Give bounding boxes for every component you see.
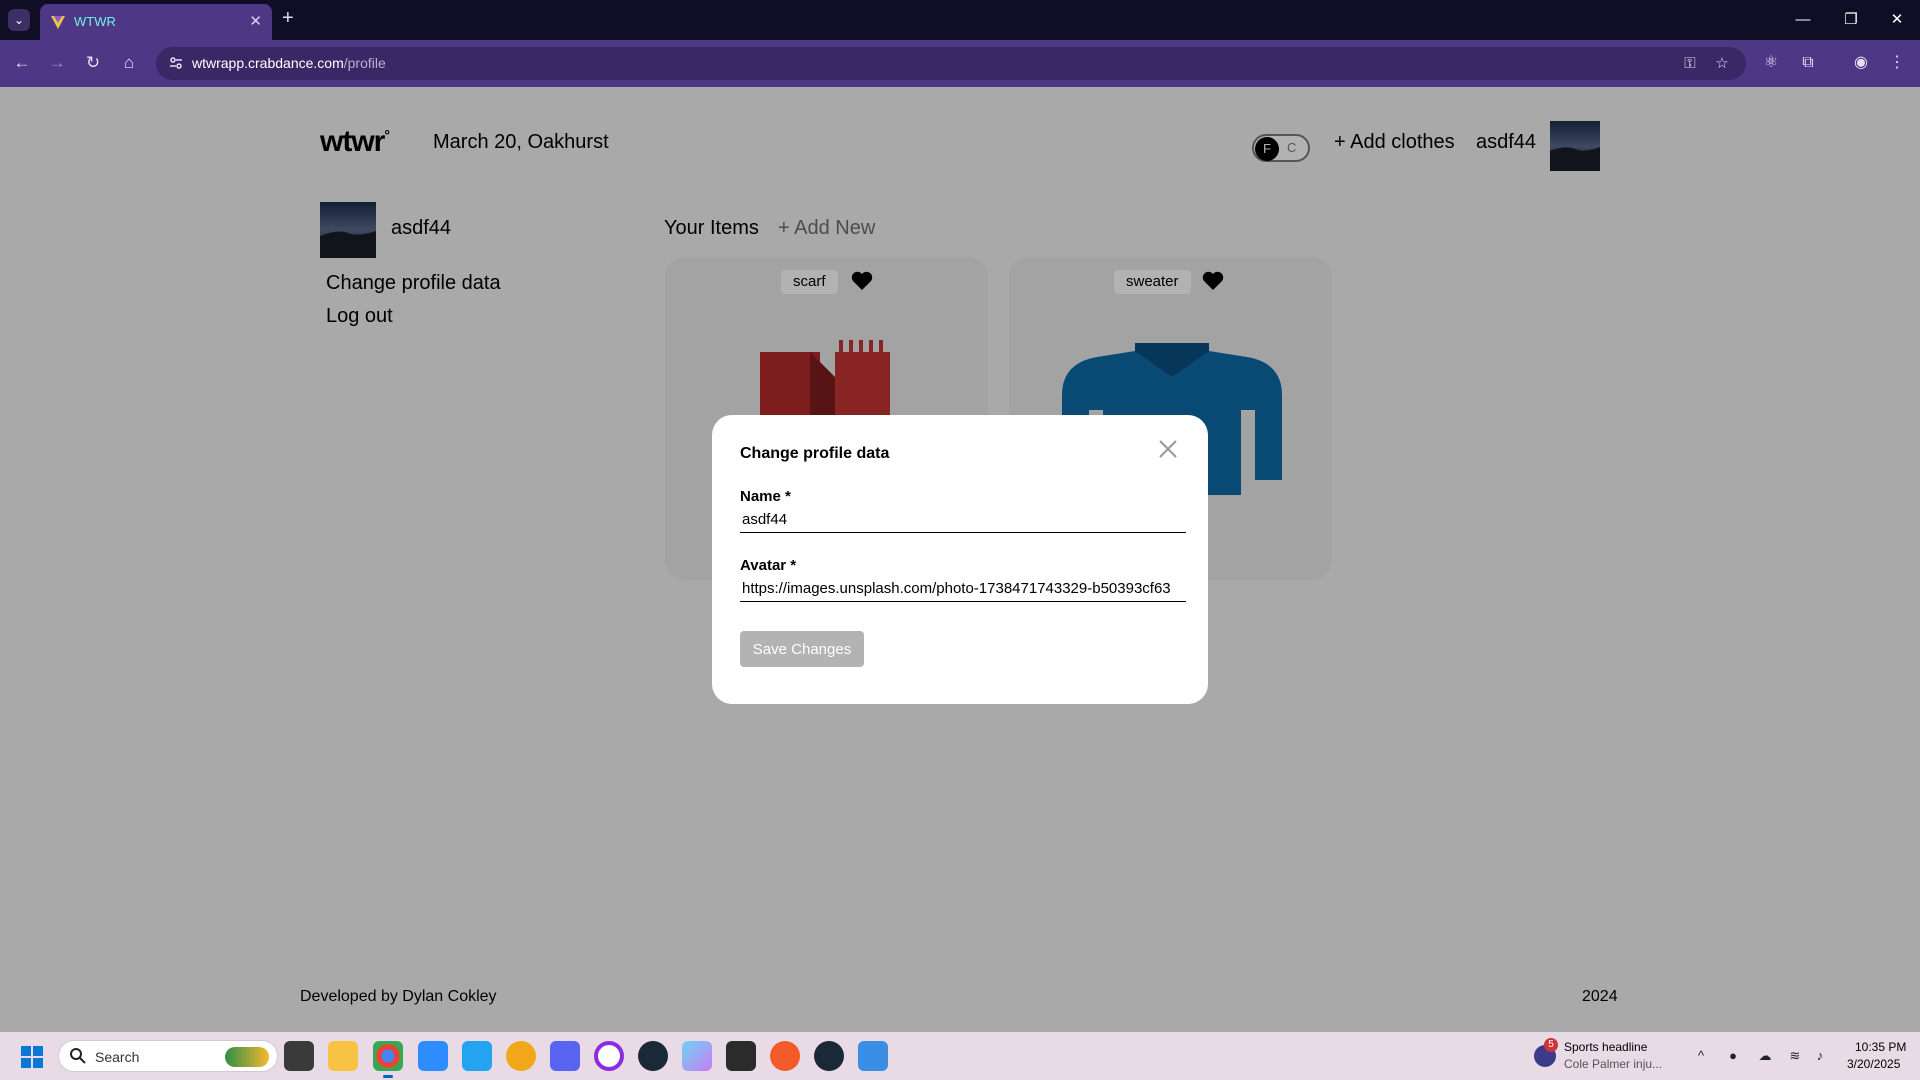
tray-security-icon[interactable]: ●	[1724, 1047, 1742, 1065]
sticky-notes-icon[interactable]	[726, 1041, 756, 1071]
news-title[interactable]: Sports headline	[1564, 1040, 1647, 1054]
clock-time[interactable]: 10:35 PM	[1855, 1040, 1906, 1054]
vscode-icon[interactable]	[462, 1041, 492, 1071]
site-info-icon[interactable]	[168, 55, 184, 71]
volume-icon[interactable]: ♪	[1811, 1047, 1829, 1065]
task-view-icon[interactable]	[284, 1041, 314, 1071]
search-icon	[70, 1048, 86, 1064]
profile-icon[interactable]: ◉	[1850, 52, 1872, 74]
react-devtools-icon[interactable]: ⚛	[1760, 52, 1782, 74]
app-diamond-icon[interactable]	[682, 1041, 712, 1071]
steam-secondary-icon[interactable]	[814, 1041, 844, 1071]
restore-button[interactable]: ❐	[1828, 0, 1874, 40]
browser-toolbar: ← → ↻ ⌂ wtwrapp.crabdance.com/profile ⚿ …	[0, 40, 1920, 87]
password-key-icon[interactable]: ⚿	[1680, 54, 1700, 74]
app-photos-icon[interactable]	[858, 1041, 888, 1071]
search-highlight-icon	[225, 1047, 269, 1067]
tab-title: WTWR	[74, 14, 116, 29]
browser-titlebar: ⌄ WTWR ✕ + — ❐ ✕	[0, 0, 1920, 40]
menu-dots-icon[interactable]: ⋮	[1886, 52, 1908, 74]
chevron-up-icon[interactable]: ^	[1692, 1047, 1710, 1065]
close-icon[interactable]	[1158, 439, 1178, 459]
avatar-label: Avatar *	[740, 557, 797, 574]
avatar-url-input[interactable]	[740, 576, 1186, 602]
url-text: wtwrapp.crabdance.com/profile	[192, 55, 386, 71]
minimize-button[interactable]: —	[1780, 0, 1826, 40]
chrome-icon[interactable]	[373, 1041, 403, 1071]
tab-close-icon[interactable]: ✕	[249, 12, 262, 30]
discord-icon[interactable]	[550, 1041, 580, 1071]
modal-title: Change profile data	[740, 445, 890, 462]
search-placeholder: Search	[95, 1049, 140, 1065]
cloud-offline-icon[interactable]: ☁	[1756, 1047, 1774, 1065]
footer-year: 2024	[1582, 988, 1618, 1005]
app-ring-icon[interactable]	[594, 1041, 624, 1071]
news-subtitle: Cole Palmer inju...	[1564, 1057, 1663, 1071]
taskbar-search[interactable]: Search	[58, 1040, 278, 1072]
windows-taskbar: Search 5 Sports headline Cole Palmer inj…	[0, 1032, 1920, 1080]
close-window-button[interactable]: ✕	[1874, 0, 1920, 40]
change-profile-modal: Change profile data Name * Avatar * Save…	[712, 415, 1208, 704]
extensions-icon[interactable]: ⧉	[1797, 52, 1819, 74]
wtwr-favicon-icon	[51, 16, 65, 29]
clock-date[interactable]: 3/20/2025	[1847, 1057, 1900, 1071]
save-changes-button[interactable]: Save Changes	[740, 631, 864, 667]
forward-icon[interactable]: →	[46, 52, 68, 74]
zoom-icon[interactable]	[418, 1041, 448, 1071]
home-icon[interactable]: ⌂	[118, 52, 140, 74]
chrome-active-indicator	[383, 1075, 393, 1078]
new-tab-button[interactable]: +	[282, 7, 294, 30]
file-explorer-icon[interactable]	[328, 1041, 358, 1071]
tab-search-button[interactable]: ⌄	[8, 9, 30, 31]
browser-tab[interactable]: WTWR ✕	[40, 4, 272, 40]
url-host: wtwrapp.crabdance.com	[192, 55, 344, 71]
steam-icon[interactable]	[638, 1041, 668, 1071]
address-bar[interactable]: wtwrapp.crabdance.com/profile ⚿ ☆	[156, 47, 1746, 80]
url-path: /profile	[343, 55, 386, 71]
back-icon[interactable]: ←	[11, 52, 33, 74]
wifi-icon[interactable]: ≋	[1786, 1047, 1804, 1065]
windows-start-icon[interactable]	[20, 1045, 44, 1069]
bookmark-star-icon[interactable]: ☆	[1712, 54, 1732, 74]
footer-developer: Developed by Dylan Cokley	[300, 988, 497, 1005]
weather-app-icon[interactable]	[506, 1041, 536, 1071]
reload-icon[interactable]: ↻	[82, 52, 104, 74]
name-label: Name *	[740, 488, 791, 505]
app-orange-icon[interactable]	[770, 1041, 800, 1071]
news-badge: 5	[1544, 1038, 1558, 1052]
name-input[interactable]	[740, 507, 1186, 533]
